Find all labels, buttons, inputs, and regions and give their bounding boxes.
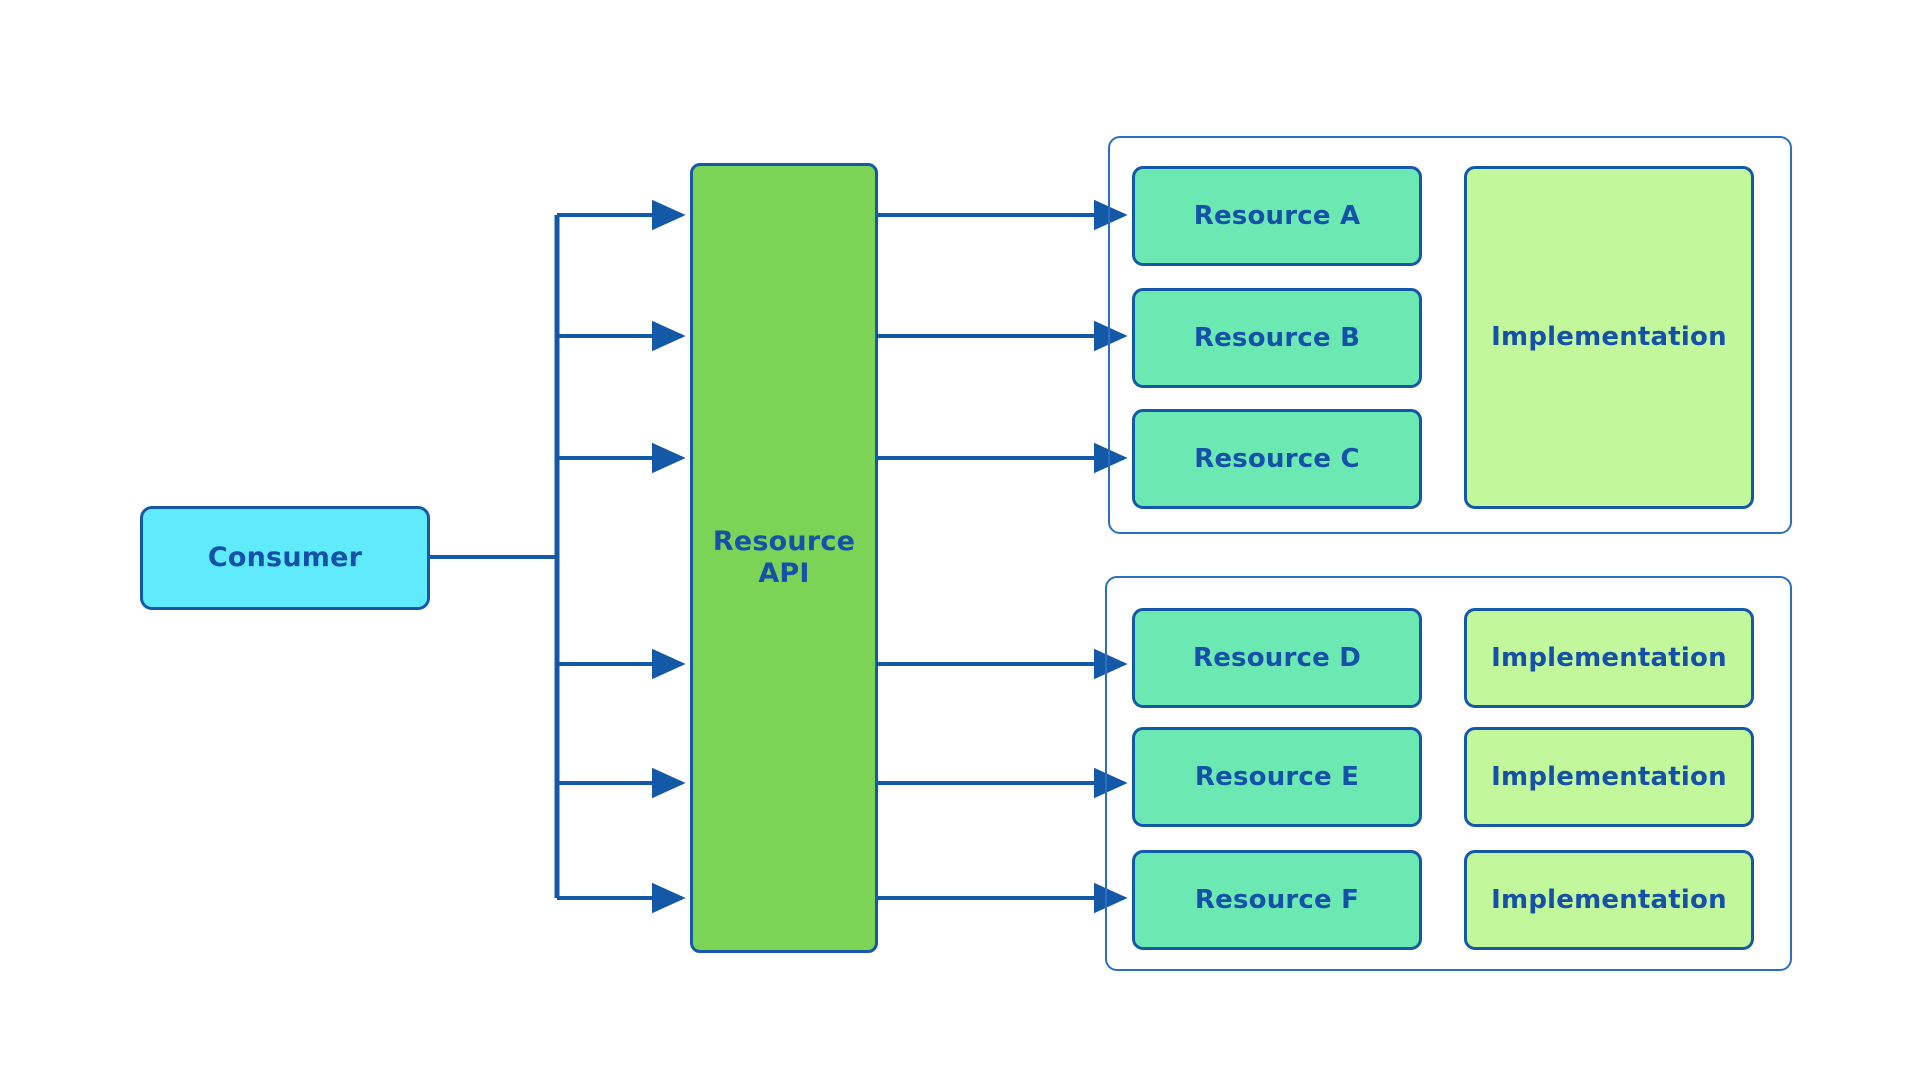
implementation-e-box[interactable]: Implementation [1464, 727, 1754, 827]
implementation-d-box[interactable]: Implementation [1464, 608, 1754, 708]
resource-api-node[interactable]: Resource API [690, 163, 878, 953]
resource-api-label-line2: API [758, 558, 810, 589]
resource-f-label: Resource F [1194, 884, 1360, 915]
resource-a-box[interactable]: Resource A [1132, 166, 1422, 266]
implementation-f-box[interactable]: Implementation [1464, 850, 1754, 950]
consumer-label: Consumer [207, 542, 363, 574]
resource-d-box[interactable]: Resource D [1132, 608, 1422, 708]
resource-api-label-line1: Resource [712, 526, 856, 558]
resource-f-box[interactable]: Resource F [1132, 850, 1422, 950]
resource-b-box[interactable]: Resource B [1132, 288, 1422, 388]
resource-a-label: Resource A [1193, 200, 1361, 231]
implementation-shared-label: Implementation [1491, 322, 1727, 353]
resource-c-box[interactable]: Resource C [1132, 409, 1422, 509]
consumer-node[interactable]: Consumer [140, 506, 430, 610]
resource-b-label: Resource B [1193, 322, 1361, 353]
implementation-e-label: Implementation [1491, 761, 1727, 792]
implementation-d-label: Implementation [1491, 642, 1727, 673]
implementation-shared-box[interactable]: Implementation [1464, 166, 1754, 509]
resource-e-box[interactable]: Resource E [1132, 727, 1422, 827]
resource-d-label: Resource D [1192, 642, 1361, 673]
resource-api-label: Resource API [713, 526, 855, 590]
implementation-f-label: Implementation [1491, 884, 1727, 915]
resource-c-label: Resource C [1194, 443, 1360, 474]
resource-e-label: Resource E [1194, 761, 1360, 792]
diagram-canvas: Consumer Resource API Resource A Resourc… [0, 0, 1920, 1080]
